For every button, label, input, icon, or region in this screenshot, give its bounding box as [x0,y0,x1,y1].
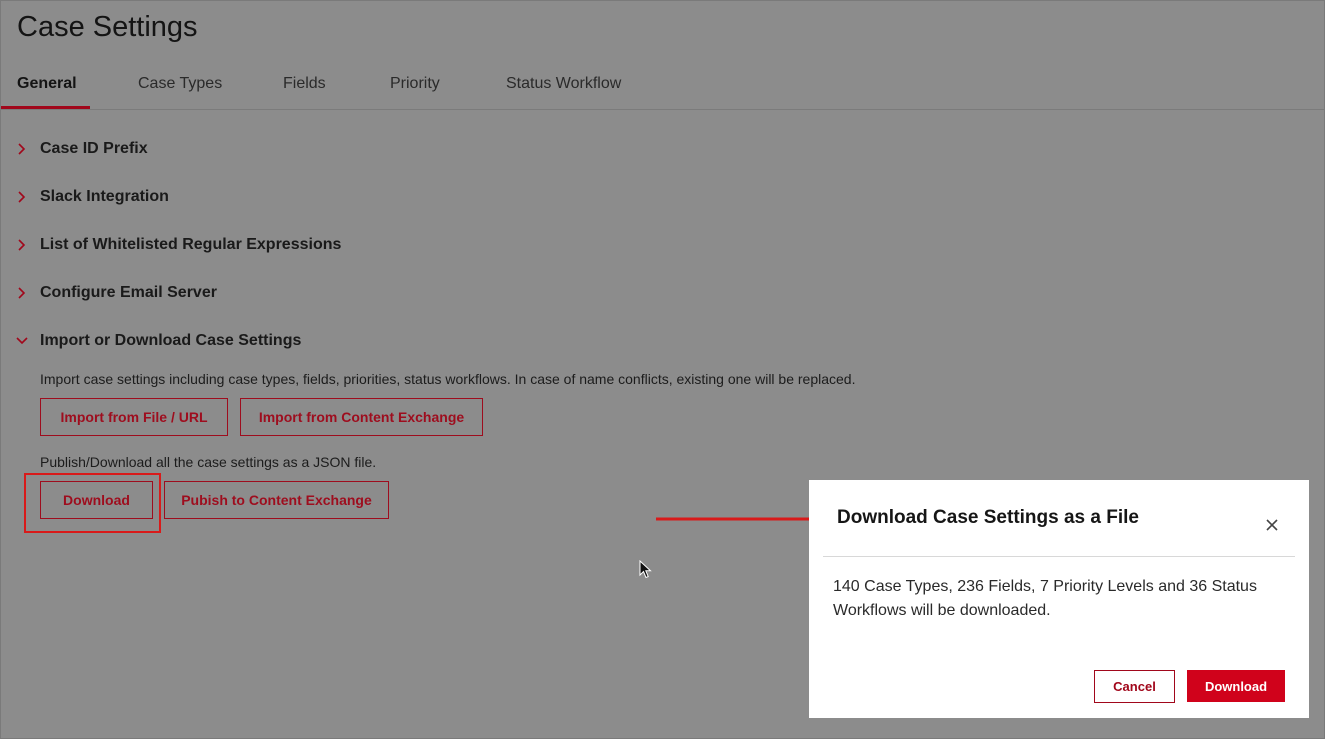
download-description: Publish/Download all the case settings a… [40,454,377,470]
accordion-whitelisted-regex[interactable]: List of Whitelisted Regular Expressions [15,231,341,259]
active-tab-indicator [1,106,90,109]
chevron-right-icon [18,239,26,251]
mouse-pointer-icon [639,560,652,579]
import-from-file-button[interactable]: Import from File / URL [40,398,228,436]
arrow-right-icon [656,512,830,526]
accordion-title: Configure Email Server [40,284,217,301]
annotation-highlight-box [24,473,161,533]
page-title: Case Settings [17,11,198,43]
accordion-email-server[interactable]: Configure Email Server [15,279,217,307]
import-description: Import case settings including case type… [40,371,856,387]
tab-status-workflow[interactable]: Status Workflow [506,75,621,93]
chevron-right-icon [18,191,26,203]
import-from-content-exchange-button[interactable]: Import from Content Exchange [240,398,483,436]
tab-general[interactable]: General [17,75,77,93]
publish-to-content-exchange-button[interactable]: Pubish to Content Exchange [164,481,389,519]
tab-fields[interactable]: Fields [283,75,326,93]
case-settings-page: Case Settings General Case Types Fields … [0,0,1325,739]
dialog-divider [823,556,1295,557]
accordion-import-download[interactable]: Import or Download Case Settings [15,327,301,355]
accordion-title: List of Whitelisted Regular Expressions [40,236,342,253]
accordion-case-id-prefix[interactable]: Case ID Prefix [15,135,148,163]
close-icon[interactable] [1261,514,1283,536]
tab-bar: General Case Types Fields Priority Statu… [1,63,1325,110]
confirm-download-button[interactable]: Download [1187,670,1285,702]
download-dialog: Download Case Settings as a File 140 Cas… [809,480,1309,718]
dialog-body-text: 140 Case Types, 236 Fields, 7 Priority L… [833,578,1257,619]
accordion-slack-integration[interactable]: Slack Integration [15,183,169,211]
dialog-title: Download Case Settings as a File [837,507,1139,528]
tab-priority[interactable]: Priority [390,75,440,93]
accordion-title: Case ID Prefix [40,140,148,157]
accordion-title: Import or Download Case Settings [40,332,302,349]
tab-case-types[interactable]: Case Types [138,75,222,93]
cancel-button[interactable]: Cancel [1094,670,1175,703]
chevron-down-icon [16,337,28,345]
chevron-right-icon [18,143,26,155]
accordion-title: Slack Integration [40,188,169,205]
chevron-right-icon [18,287,26,299]
